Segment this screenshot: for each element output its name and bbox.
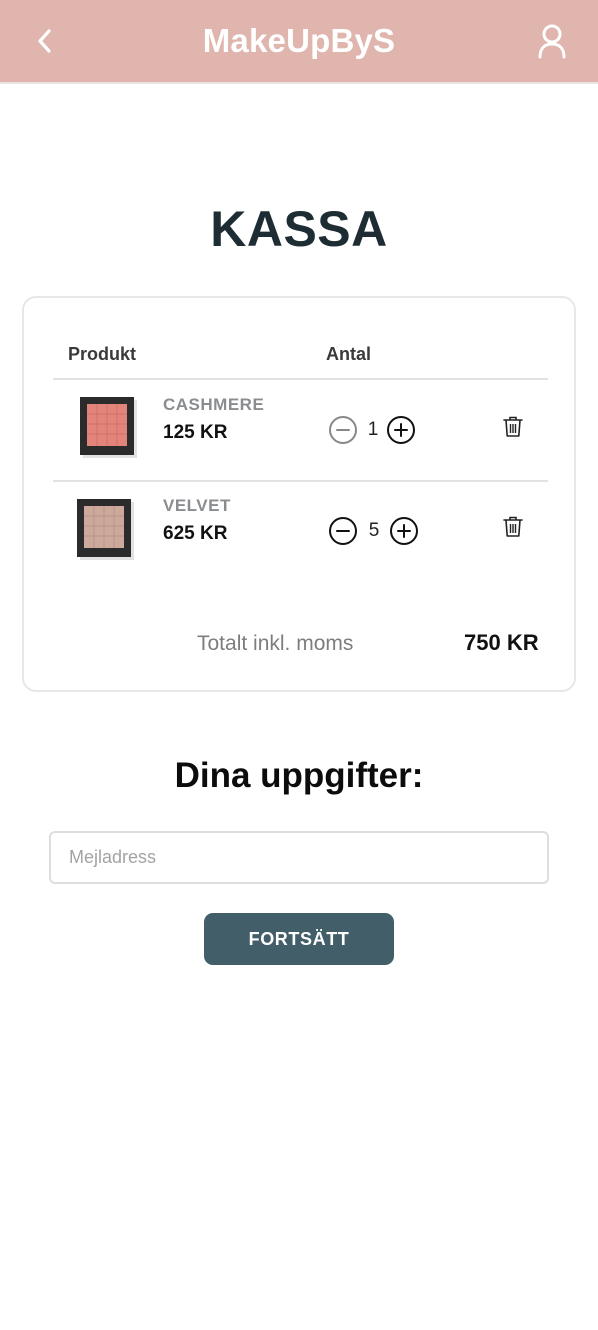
- page-title: KASSA: [210, 201, 388, 257]
- column-header-product: Produkt: [68, 344, 137, 364]
- cart-row: CASHMERE 125 KR 1: [24, 380, 578, 480]
- plus-circle-icon[interactable]: [386, 415, 416, 445]
- user-profile-button[interactable]: [534, 22, 570, 62]
- brand-title[interactable]: MakeUpByS: [0, 22, 598, 60]
- column-header-quantity: Antal: [326, 344, 371, 364]
- minus-circle-icon[interactable]: [328, 516, 358, 546]
- product-price: 625 KR: [163, 523, 228, 544]
- total-label: Totalt inkl. moms: [197, 632, 354, 655]
- trash-icon[interactable]: [502, 515, 524, 539]
- trash-icon[interactable]: [502, 415, 524, 439]
- cart-row: VELVET 625 KR 5: [24, 482, 578, 582]
- continue-button[interactable]: FORTSÄTT: [204, 913, 394, 965]
- plus-circle-icon[interactable]: [389, 516, 419, 546]
- product-name: VELVET: [163, 496, 231, 515]
- product-price: 125 KR: [163, 422, 228, 443]
- product-image-velvet: [77, 499, 134, 560]
- product-image-cashmere: [80, 397, 137, 458]
- details-section-title: Dina uppgifter:: [174, 756, 424, 795]
- email-field[interactable]: [49, 831, 549, 884]
- total-value: 750 KR: [464, 630, 539, 655]
- quantity-value: 5: [368, 520, 380, 541]
- minus-circle-icon[interactable]: [328, 415, 358, 445]
- top-app-bar: MakeUpByS: [0, 0, 598, 84]
- quantity-value: 1: [367, 419, 379, 440]
- user-icon: [538, 24, 566, 59]
- cart-summary-card: Produkt Antal CASHMERE 125 KR 1 VELVET 6…: [22, 296, 576, 692]
- product-name: CASHMERE: [163, 395, 265, 414]
